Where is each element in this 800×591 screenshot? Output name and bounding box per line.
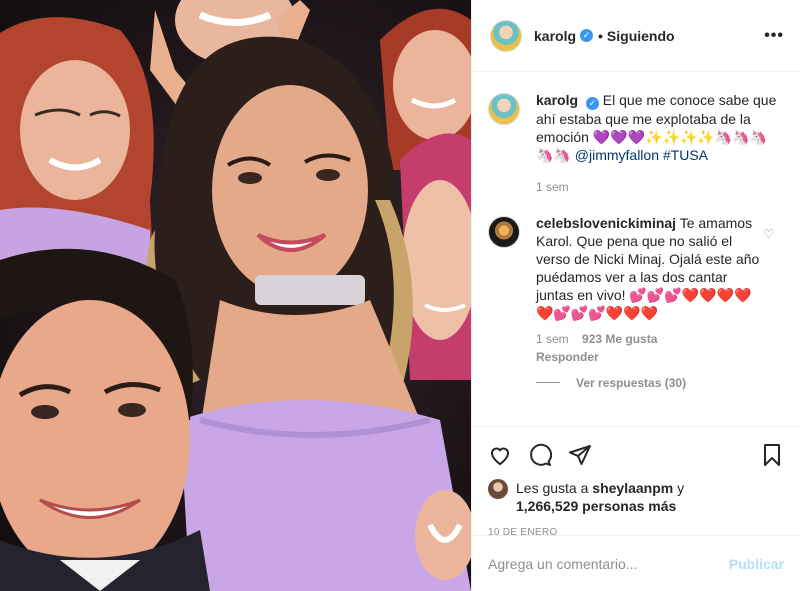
selfie-illustration [0,0,471,591]
post-sidebar: karolg ✓ • Siguiendo ••• karolg ✓ El que… [471,0,800,591]
more-options-icon[interactable]: ••• [764,27,784,45]
verified-badge-icon: ✓ [585,96,599,110]
caption-username[interactable]: karolg [536,92,578,108]
likes-prefix: Les gusta a [516,480,593,496]
liker-username[interactable]: sheylaanpm [592,480,673,496]
caption-avatar[interactable] [488,93,520,125]
likes-summary: Les gusta a sheylaanpm y 1,266,529 perso… [488,479,784,515]
comment-meta: 1 sem 923 Me gusta Responder [536,330,766,366]
author-avatar[interactable] [490,19,522,52]
likes-joiner: y [673,480,685,496]
header-separator: • [598,27,603,44]
action-section: Les gusta a sheylaanpm y 1,266,529 perso… [472,426,800,538]
liker-avatar[interactable] [488,479,508,499]
author-username[interactable]: karolg [534,28,576,44]
caption: karolg ✓ El que me conoce sabe que ahí e… [488,91,784,196]
comments-panel[interactable]: karolg ✓ El que me conoce sabe que ahí e… [472,73,800,426]
post-photo[interactable] [0,0,471,591]
comment-time[interactable]: 1 sem [536,332,569,346]
view-replies[interactable]: Ver respuestas (30) [536,376,784,390]
hashtag-link[interactable]: #TUSA [663,147,708,163]
bookmark-icon[interactable] [744,435,784,475]
action-bar [488,435,784,475]
comment-icon[interactable] [528,435,568,475]
commenter-avatar[interactable] [488,215,520,248]
verified-badge-icon: ✓ [580,29,594,42]
add-comment-bar: Publicar [472,535,800,591]
view-replies-label[interactable]: Ver respuestas (30) [576,376,686,390]
heart-icon[interactable] [488,435,528,475]
publish-button[interactable]: Publicar [729,556,784,572]
instagram-post: karolg ✓ • Siguiendo ••• karolg ✓ El que… [0,0,800,591]
comment-likes[interactable]: 923 Me gusta [582,332,657,346]
commenter-username[interactable]: celebslovenickiminaj [536,215,676,231]
paper-plane-icon[interactable] [568,435,608,475]
foreground-man [0,248,210,591]
following-button[interactable]: Siguiendo [607,28,675,44]
reply-button[interactable]: Responder [536,350,599,364]
likes-count[interactable]: 1,266,529 personas más [516,498,676,514]
heart-outline-icon[interactable]: ♡ [763,227,774,241]
replies-divider [536,382,560,383]
comment: celebslovenickiminaj Te amamos Karol. Qu… [488,214,784,366]
choker-necklace [255,275,365,305]
post-header: karolg ✓ • Siguiendo ••• [472,0,800,72]
caption-time[interactable]: 1 sem [536,180,569,194]
comment-input[interactable] [488,555,729,572]
caption-meta: 1 sem [536,178,782,196]
mention-link[interactable]: @jimmyfallon [575,147,659,163]
